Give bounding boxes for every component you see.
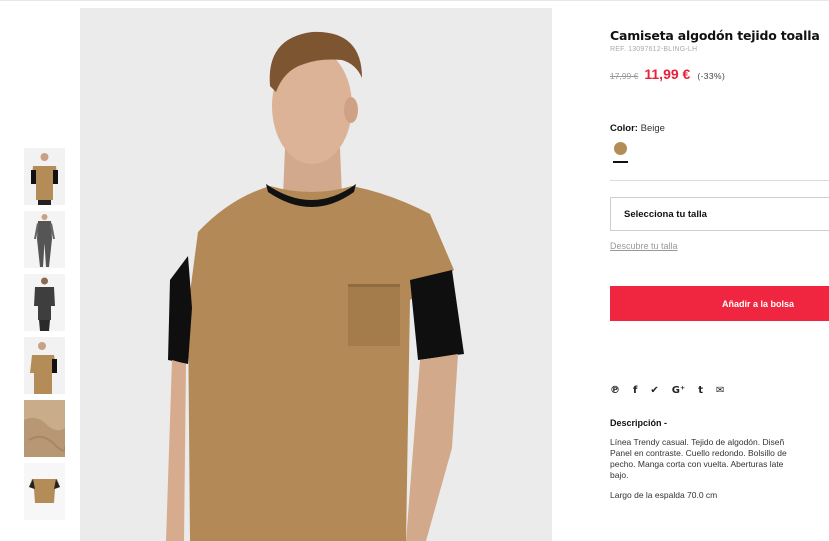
facebook-icon[interactable]: f — [633, 385, 637, 396]
back-length-info: Largo de la espalda 70.0 cm — [610, 490, 718, 500]
price-row: 17,99 € 11,99 € (-33%) — [610, 66, 829, 82]
description-line: Línea Trendy casual. Tejido de algodón. … — [610, 437, 785, 447]
color-swatch-beige[interactable] — [614, 142, 627, 155]
thumbnail-full-body[interactable] — [24, 211, 65, 268]
description-line: pecho. Manga corta con vuelta. Aberturas… — [610, 459, 784, 469]
thumbnail-fabric-image — [24, 400, 65, 457]
color-value: Beige — [640, 123, 665, 134]
add-to-bag-button[interactable]: Añadir a la bolsa — [610, 286, 829, 321]
thumbnail-side-image — [24, 337, 65, 394]
social-share-bar: ℗ f ✔ G⁺ t ✉ — [610, 385, 829, 396]
description-line: Panel en contraste. Cuello redondo. Bols… — [610, 448, 787, 458]
description-line: bajo. — [610, 470, 629, 480]
product-info-panel: Camiseta algodón tejido toalla REF. 1309… — [610, 28, 829, 500]
thumbnail-back-view[interactable] — [24, 274, 65, 331]
thumbnail-front-view[interactable] — [24, 148, 65, 205]
top-divider — [0, 0, 829, 1]
description-title: Descripción - — [610, 418, 668, 428]
product-title: Camiseta algodón tejido toalla — [610, 28, 820, 43]
color-selector: Color: Beige — [610, 123, 829, 134]
thumbnail-full-body-image — [24, 211, 65, 268]
twitter-icon[interactable]: ✔ — [650, 385, 658, 396]
thumbnail-front-image — [24, 148, 65, 205]
original-price: 17,99 € — [610, 71, 639, 81]
pinterest-icon[interactable]: ℗ — [610, 385, 620, 396]
model-photo — [80, 8, 552, 541]
google-plus-icon[interactable]: G⁺ — [672, 385, 686, 396]
section-divider — [610, 180, 829, 181]
thumbnail-flat-lay[interactable] — [24, 463, 65, 520]
tumblr-icon[interactable]: t — [698, 385, 703, 396]
thumbnail-side-view[interactable] — [24, 337, 65, 394]
thumbnail-gallery — [24, 148, 66, 526]
thumbnail-flat-lay-image — [24, 463, 65, 520]
email-icon[interactable]: ✉ — [716, 385, 724, 396]
discount-badge: (-33%) — [697, 71, 726, 81]
color-label: Color: — [610, 123, 638, 134]
selected-swatch-indicator — [613, 161, 628, 163]
size-select-dropdown[interactable]: Selecciona tu talla — [610, 197, 829, 231]
sale-price: 11,99 € — [644, 66, 691, 82]
description-body: Línea Trendy casual. Tejido de algodón. … — [610, 437, 829, 481]
thumbnail-back-image — [24, 274, 65, 331]
size-guide-link[interactable]: Descubre tu talla — [610, 241, 678, 251]
product-reference: REF. 13097612-BLING-LH — [610, 46, 698, 53]
thumbnail-fabric-detail[interactable] — [24, 400, 65, 457]
main-product-image[interactable] — [80, 8, 552, 541]
